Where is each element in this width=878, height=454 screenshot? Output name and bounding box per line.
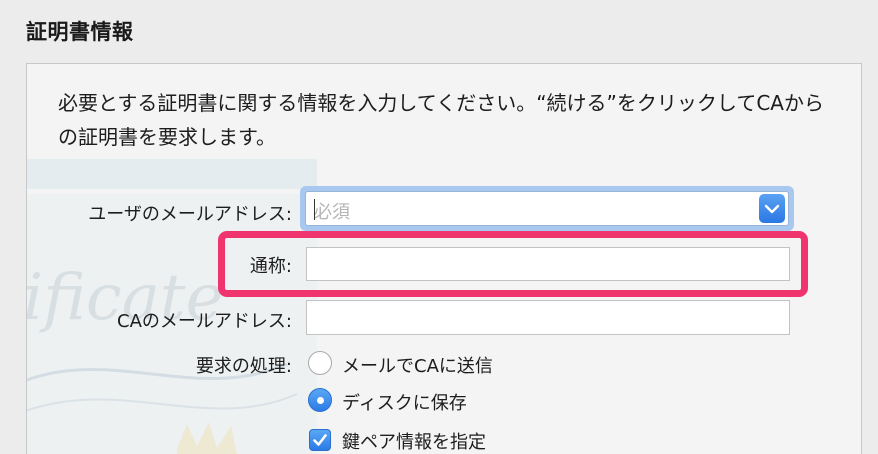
radio-email-ca[interactable]	[308, 351, 332, 375]
radio-selected-dot	[317, 397, 324, 404]
user-email-combobox[interactable]: 必須	[300, 186, 794, 231]
keypair-checkbox-label[interactable]: 鍵ペア情報を指定	[342, 428, 486, 454]
ca-email-field[interactable]	[306, 300, 790, 335]
keypair-checkbox[interactable]	[309, 429, 331, 451]
request-label: 要求の処理:	[195, 356, 292, 377]
ca-email-label: CAのメールアドレス:	[117, 311, 292, 332]
user-email-field[interactable]: 必須	[305, 191, 789, 226]
checkmark-icon	[313, 434, 327, 446]
section-title: 証明書情報	[26, 20, 134, 44]
combo-dropdown-button[interactable]	[759, 194, 785, 223]
radio-save-disk[interactable]	[308, 388, 332, 412]
intro-text: 必要とする証明書に関する情報を入力してください。“続ける”をクリックしてCAから…	[58, 91, 824, 149]
user-email-input[interactable]: 必須	[314, 198, 350, 224]
radio-save-disk-label[interactable]: ディスクに保存	[342, 389, 467, 415]
chevron-down-icon	[764, 204, 780, 214]
certificate-info-page: 証明書情報 tificate 必要とする証明書に関する情報を入力してください。“…	[0, 0, 878, 454]
highlight-frame	[218, 231, 808, 297]
radio-email-ca-label[interactable]: メールでCAに送信	[342, 352, 493, 378]
text-caret	[314, 199, 315, 220]
user-email-label: ユーザのメールアドレス:	[88, 204, 292, 225]
